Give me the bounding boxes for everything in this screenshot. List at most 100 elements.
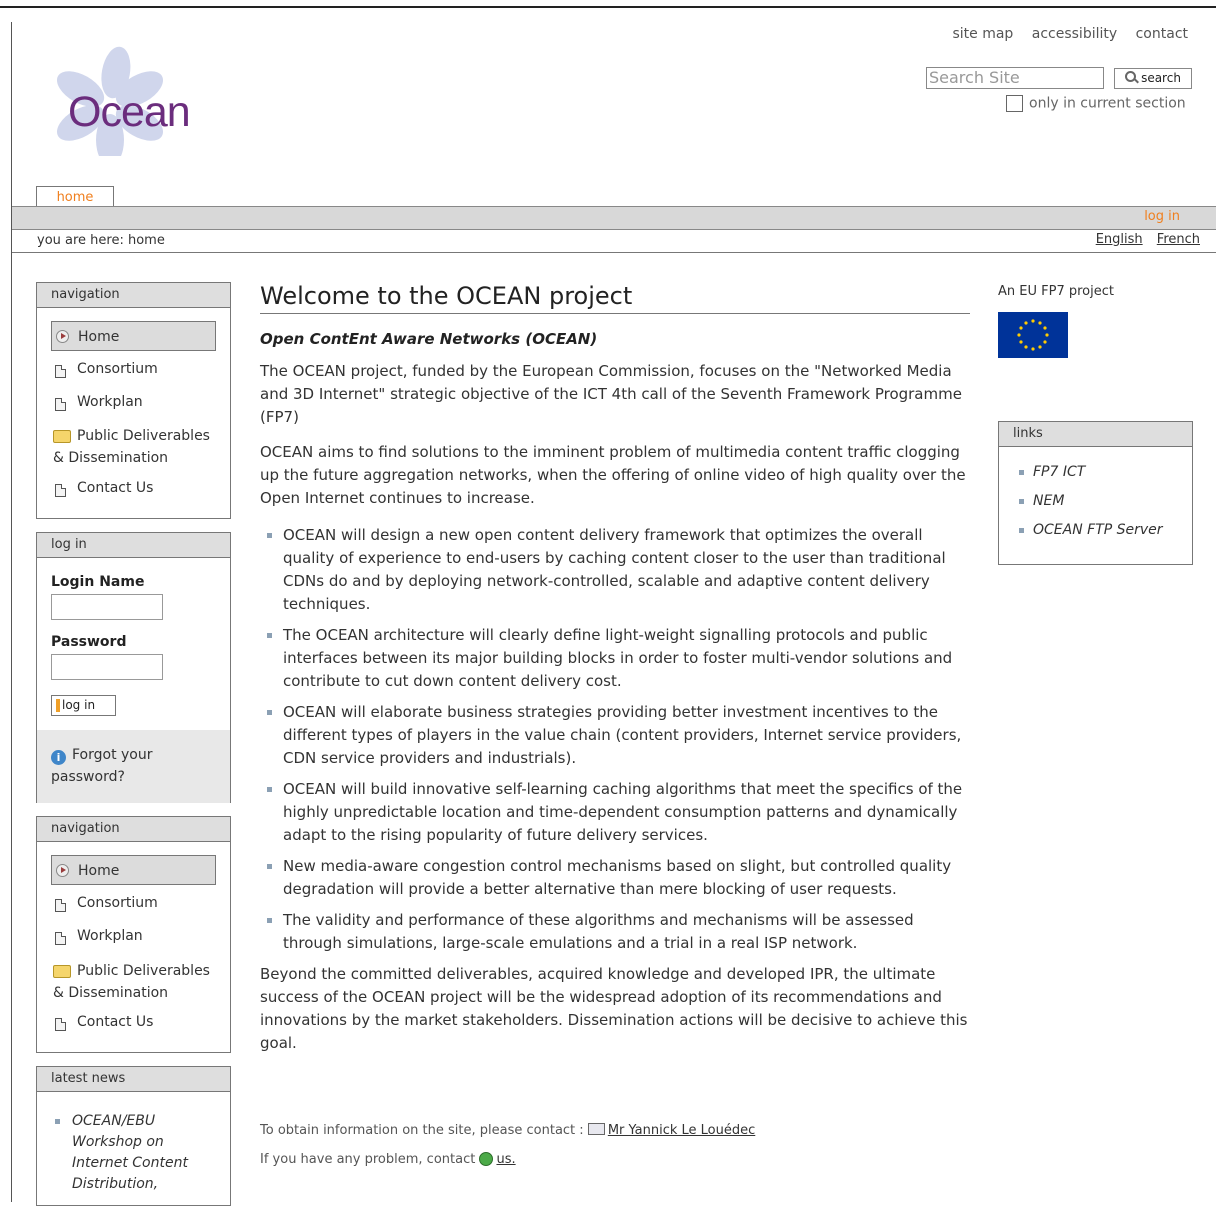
- password-label: Password: [51, 634, 127, 650]
- list-item: The OCEAN architecture will clearly defi…: [260, 624, 970, 693]
- links-list: FP7 ICT NEM OCEAN FTP Server: [999, 461, 1192, 548]
- news-item[interactable]: OCEAN/EBU Workshop on Internet Content D…: [55, 1111, 222, 1195]
- login-portlet: log in Login Name Password log in i Forgo…: [36, 532, 231, 803]
- nav-item-contact-us[interactable]: Contact Us: [37, 480, 153, 497]
- eu-stars-icon: [1017, 319, 1049, 351]
- objectives-list: OCEAN will design a new open content del…: [260, 524, 970, 955]
- search-button-label: search: [1141, 71, 1181, 85]
- link-fp7-ict[interactable]: FP7 ICT: [999, 461, 1192, 490]
- contact-us-link[interactable]: us.: [496, 1152, 515, 1167]
- arrow-icon: [56, 330, 69, 343]
- current-section-label: only in current section: [1029, 95, 1186, 112]
- news-item-line: Workshop on: [72, 1134, 164, 1150]
- closing-paragraph: Beyond the committed deliverables, acqui…: [260, 965, 968, 1052]
- portlet-header: navigation: [37, 283, 230, 308]
- arrow-icon: [56, 864, 69, 877]
- portlet-header: latest news: [37, 1067, 230, 1092]
- list-item: OCEAN will design a new open content del…: [260, 524, 970, 616]
- aims-paragraph: OCEAN aims to find solutions to the immi…: [260, 443, 966, 507]
- nav-item-label: Contact Us: [77, 1014, 154, 1030]
- search-button[interactable]: search: [1114, 68, 1192, 89]
- link-ocean-ftp-server[interactable]: OCEAN FTP Server: [999, 519, 1192, 548]
- nav-item-consortium[interactable]: Consortium: [37, 361, 158, 378]
- tab-bar: log in: [12, 206, 1216, 230]
- login-name-field[interactable]: [51, 594, 163, 620]
- document-icon: [55, 932, 66, 945]
- language-french[interactable]: French: [1157, 232, 1200, 247]
- login-link[interactable]: log in: [1144, 209, 1180, 224]
- portlet-header: log in: [37, 533, 230, 558]
- nav-item-label: Consortium: [77, 895, 158, 911]
- login-button[interactable]: log in: [51, 695, 116, 716]
- contact-link[interactable]: contact: [1136, 26, 1188, 42]
- list-item: OCEAN will elaborate business strategies…: [260, 701, 970, 770]
- tab-home[interactable]: home: [36, 186, 114, 207]
- nav-item-public-deliverables[interactable]: Public Deliverables & Dissemination: [37, 960, 257, 1004]
- globe-icon: [479, 1152, 494, 1166]
- site-map-link[interactable]: site map: [952, 26, 1013, 42]
- forgot-password[interactable]: i Forgot your password?: [37, 730, 230, 803]
- portlet-header: navigation: [37, 817, 230, 842]
- nav-item-contact-us[interactable]: Contact Us: [37, 1014, 154, 1031]
- list-item: OCEAN will build innovative self-learnin…: [260, 778, 970, 847]
- nav-item-label: Home: [78, 329, 120, 345]
- folder-icon: [53, 965, 71, 978]
- document-icon: [55, 398, 66, 411]
- current-section-option: only in current section: [1006, 95, 1186, 112]
- search-icon: [1125, 71, 1137, 82]
- current-section-checkbox[interactable]: [1006, 95, 1023, 112]
- nav-item-label: Public Deliverables: [77, 428, 210, 444]
- nav-item-label-continued: & Dissemination: [53, 450, 169, 466]
- login-name-label: Login Name: [51, 574, 145, 590]
- contact-text: To obtain information on the site, pleas…: [260, 1123, 584, 1138]
- list-item: The validity and performance of these al…: [260, 909, 970, 955]
- mail-icon: [587, 1123, 605, 1135]
- latest-news-portlet: latest news OCEAN/EBU Workshop on Intern…: [36, 1066, 231, 1206]
- nav-item-workplan[interactable]: Workplan: [37, 928, 143, 945]
- document-icon: [55, 899, 66, 912]
- list-item: New media-aware congestion control mecha…: [260, 855, 970, 901]
- folder-icon: [53, 430, 71, 443]
- eu-flag-icon[interactable]: [998, 312, 1068, 358]
- breadcrumb: you are here: home: [37, 233, 165, 248]
- page-description: Open ContEnt Aware Networks (OCEAN): [260, 330, 598, 348]
- nav-item-label: Home: [78, 863, 120, 879]
- site-actions: site map accessibility contact: [938, 26, 1188, 42]
- nav-item-label: Workplan: [77, 928, 143, 944]
- language-selector: English French: [1086, 232, 1200, 247]
- news-item-line: OCEAN/EBU: [72, 1113, 156, 1129]
- logo-text: Ocean: [68, 88, 191, 136]
- password-field[interactable]: [51, 654, 163, 680]
- problem-contact: If you have any problem, contact us.: [260, 1152, 516, 1167]
- nav-item-home[interactable]: Home: [51, 855, 216, 885]
- portlet-header: links: [999, 422, 1192, 447]
- header-divider: [12, 252, 1216, 253]
- problem-text: If you have any problem, contact: [260, 1152, 476, 1167]
- forgot-password-line1: Forgot your: [72, 747, 153, 763]
- nav-item-consortium[interactable]: Consortium: [37, 895, 158, 912]
- info-icon: i: [51, 750, 66, 765]
- document-icon: [55, 365, 66, 378]
- language-english[interactable]: English: [1096, 232, 1143, 247]
- navigation-portlet: navigation Home Consortium Workplan Publ…: [36, 282, 231, 519]
- nav-item-label: Public Deliverables: [77, 963, 210, 979]
- contact-email-link[interactable]: Mr Yannick Le Louédec: [608, 1123, 755, 1138]
- link-nem[interactable]: NEM: [999, 490, 1192, 519]
- forgot-password-line2: password?: [51, 769, 125, 785]
- document-icon: [55, 484, 66, 497]
- accessibility-link[interactable]: accessibility: [1032, 26, 1117, 42]
- intro-paragraph: The OCEAN project, funded by the Europea…: [260, 362, 962, 426]
- nav-item-public-deliverables[interactable]: Public Deliverables & Dissemination: [37, 425, 257, 469]
- contact-info: To obtain information on the site, pleas…: [260, 1123, 755, 1138]
- navigation-portlet-secondary: navigation Home Consortium Workplan Publ…: [36, 816, 231, 1053]
- nav-item-label: Consortium: [77, 361, 158, 377]
- eu-project-label: An EU FP7 project: [998, 284, 1114, 299]
- top-border: [0, 6, 1216, 8]
- nav-item-label: Workplan: [77, 394, 143, 410]
- nav-item-workplan[interactable]: Workplan: [37, 394, 143, 411]
- nav-item-home[interactable]: Home: [51, 321, 216, 351]
- page-title: Welcome to the OCEAN project: [260, 282, 970, 314]
- news-item-line: Internet Content: [72, 1155, 188, 1171]
- search-input[interactable]: [926, 67, 1104, 89]
- document-icon: [55, 1018, 66, 1031]
